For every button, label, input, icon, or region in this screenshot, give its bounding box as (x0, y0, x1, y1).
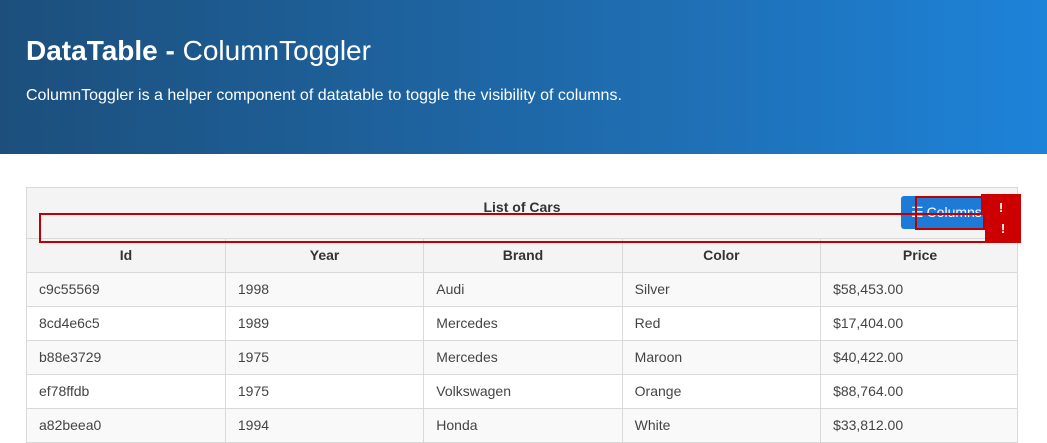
table-header-row: Id Year Brand Color Price (27, 239, 1017, 273)
error-highlight-row (39, 213, 994, 243)
cell-id: 8cd4e6c5 (27, 306, 226, 341)
cell-brand: Honda (423, 408, 623, 443)
page-title-component: ColumnToggler (182, 35, 371, 66)
error-badge: ! (981, 194, 1021, 215)
page-title: DataTable - ColumnToggler (26, 34, 371, 68)
cell-color: White (622, 408, 822, 443)
cell-brand: Volkswagen (423, 374, 623, 409)
column-header-id[interactable]: Id (27, 239, 226, 273)
table-row[interactable]: b88e3729 1975 Mercedes Maroon $40,422.00 (27, 340, 1017, 375)
cell-year: 1998 (225, 272, 425, 307)
page-title-prefix: DataTable - (26, 35, 175, 66)
cell-price: $40,422.00 (820, 340, 1017, 375)
table-row[interactable]: 8cd4e6c5 1989 Mercedes Red $17,404.00 (27, 306, 1017, 341)
cars-table: Id Year Brand Color Price c9c55569 1998 … (27, 239, 1017, 443)
column-header-year[interactable]: Year (225, 239, 425, 273)
cell-price: $58,453.00 (820, 272, 1017, 307)
cell-year: 1975 (225, 374, 425, 409)
page-header: DataTable - ColumnToggler ColumnToggler … (0, 0, 1047, 154)
cell-id: a82beea0 (27, 408, 226, 443)
cell-color: Maroon (622, 340, 822, 375)
cell-price: $88,764.00 (820, 374, 1017, 409)
page-subtitle: ColumnToggler is a helper component of d… (26, 87, 622, 104)
cell-id: b88e3729 (27, 340, 226, 375)
cell-color: Silver (622, 272, 822, 307)
cell-price: $33,812.00 (820, 408, 1017, 443)
cell-id: c9c55569 (27, 272, 226, 307)
error-highlight-button (915, 196, 985, 230)
cell-price: $17,404.00 (820, 306, 1017, 341)
error-badge: ! (985, 213, 1021, 243)
cell-brand: Audi (423, 272, 623, 307)
cell-id: ef78ffdb (27, 374, 226, 409)
cell-year: 1989 (225, 306, 425, 341)
cell-color: Red (622, 306, 822, 341)
table-row[interactable]: c9c55569 1998 Audi Silver $58,453.00 (27, 272, 1017, 307)
column-header-color[interactable]: Color (622, 239, 822, 273)
column-header-brand[interactable]: Brand (423, 239, 623, 273)
cell-brand: Mercedes (423, 340, 623, 375)
column-header-price[interactable]: Price (820, 239, 1017, 273)
table-row[interactable]: a82beea0 1994 Honda White $33,812.00 (27, 408, 1017, 443)
cell-brand: Mercedes (423, 306, 623, 341)
cell-year: 1994 (225, 408, 425, 443)
cell-color: Orange (622, 374, 822, 409)
cell-year: 1975 (225, 340, 425, 375)
table-row[interactable]: ef78ffdb 1975 Volkswagen Orange $88,764.… (27, 374, 1017, 409)
